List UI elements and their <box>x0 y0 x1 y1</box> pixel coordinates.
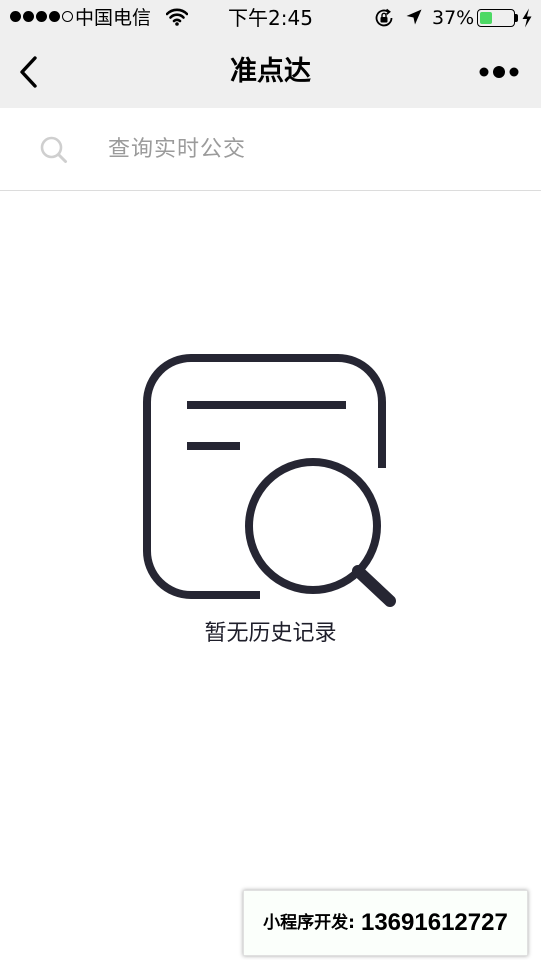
search-bar[interactable]: 查询实时公交 <box>0 108 541 191</box>
developer-label: 小程序开发: <box>263 913 355 933</box>
more-button[interactable] <box>474 56 524 88</box>
page-title: 准点达 <box>230 56 311 87</box>
battery-percentage: 37% <box>432 7 475 29</box>
rotation-lock-icon <box>374 8 394 32</box>
lightning-icon <box>521 8 533 32</box>
battery-icon <box>477 9 515 27</box>
navigation-bar: 准点达 <box>0 36 541 108</box>
search-icon <box>39 135 69 169</box>
empty-state-message: 暂无历史记录 <box>204 621 337 646</box>
screen: 中国电信 下午2:45 37% 准点达 查询实时公交 暂无历史记录 小程序开发:… <box>0 0 541 960</box>
more-dots-icon <box>479 66 519 78</box>
search-document-icon <box>140 350 402 616</box>
search-input-placeholder[interactable]: 查询实时公交 <box>108 135 246 165</box>
battery-cap <box>515 14 518 22</box>
battery-level-fill <box>480 12 492 24</box>
location-arrow-icon <box>405 8 423 30</box>
developer-phone: 13691612727 <box>360 909 508 936</box>
status-bar: 中国电信 下午2:45 37% <box>0 0 541 36</box>
developer-contact-badge[interactable]: 小程序开发: 13691612727 <box>243 890 528 956</box>
